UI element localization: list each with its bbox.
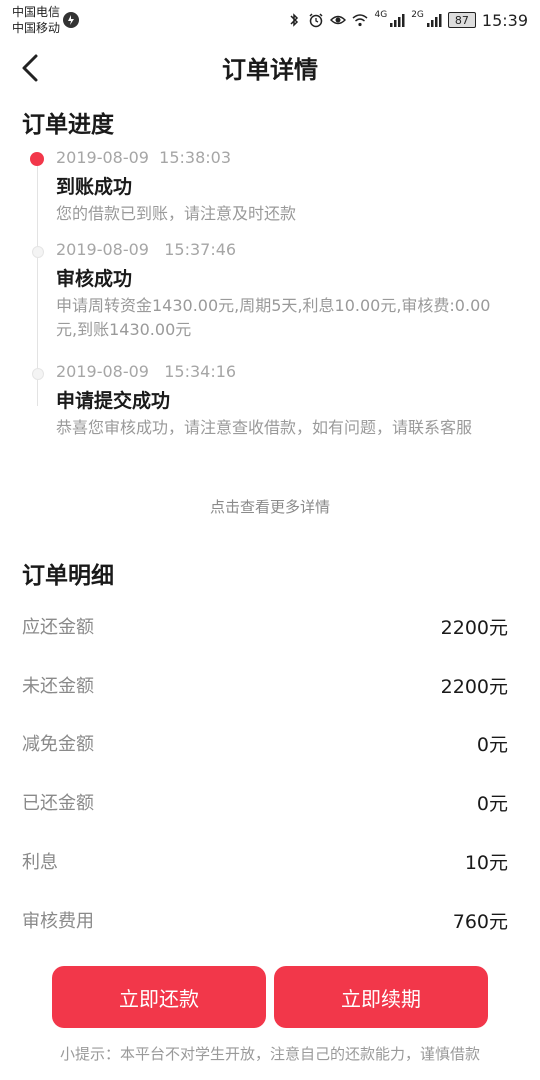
signal-icon	[426, 14, 442, 27]
detail-row-outstanding: 未还金额 2200元	[22, 670, 508, 700]
detail-value: 2200元	[440, 616, 508, 639]
detail-value: 10元	[464, 851, 508, 874]
status-icons: 4G 2G 87 15:39	[286, 8, 528, 32]
timeline-desc: 恭喜您审核成功，请注意查收借款，如有问题，请联系客服	[56, 418, 473, 437]
carrier-2: 中国移动	[12, 21, 61, 35]
detail-label: 减免金额	[22, 734, 94, 755]
timeline-title: 到账成功	[56, 176, 133, 198]
repay-now-button[interactable]: 立即还款	[52, 966, 266, 1028]
bluetooth-icon	[290, 13, 299, 27]
status-bar: 中国电信 中国移动 4G 2G 87 15:39	[0, 0, 540, 40]
detail-row-waived: 减免金额 0元	[22, 728, 508, 758]
detail-row-amount-due: 应还金额 2200元	[22, 611, 508, 641]
timeline-dot-active	[30, 152, 44, 166]
detail-row-interest: 利息 10元	[22, 846, 508, 876]
detail-value: 760元	[452, 910, 508, 933]
detail-label: 利息	[22, 852, 58, 873]
detail-value: 0元	[476, 733, 508, 756]
timeline-title: 审核成功	[56, 268, 133, 290]
timeline-desc: 您的借款已到账，请注意及时还款	[56, 204, 297, 223]
network-4g-label: 4G	[374, 10, 388, 20]
order-detail-page: 中国电信 中国移动 4G 2G 87 15:39 订单详情 订单进度 2019-…	[0, 0, 540, 1080]
detail-label: 审核费用	[22, 911, 94, 932]
carrier-1: 中国电信	[12, 5, 61, 19]
detail-section-title: 订单明细	[22, 563, 114, 589]
timeline-time: 2019-08-09 15:38:03	[56, 148, 232, 167]
clock: 15:39	[481, 10, 528, 30]
header: 订单详情	[0, 40, 540, 96]
timeline-time: 2019-08-09 15:37:46	[56, 240, 237, 259]
renew-now-button[interactable]: 立即续期	[274, 966, 488, 1028]
timeline-time: 2019-08-09 15:34:16	[56, 362, 237, 381]
detail-row-repaid: 已还金额 0元	[22, 787, 508, 817]
detail-value: 2200元	[440, 675, 508, 698]
signal-icon	[390, 14, 405, 27]
battery-icon: 87	[447, 12, 476, 28]
view-more-details-link[interactable]: 点击查看更多详情	[0, 496, 540, 517]
detail-row-review-fee: 审核费用 760元	[22, 905, 508, 935]
tip-text: 小提示：本平台不对学生开放，注意自己的还款能力，谨慎借款	[59, 1045, 480, 1063]
timeline-desc: 申请周转资金1430.00元,周期5天,利息10.00元,审核费:0.00元,到…	[56, 296, 491, 339]
alarm-icon	[309, 13, 324, 28]
wifi-icon	[352, 14, 368, 27]
network-2g-label: 2G	[411, 10, 424, 20]
detail-label: 已还金额	[22, 793, 94, 814]
detail-label: 未还金额	[22, 676, 94, 697]
timeline-title: 申请提交成功	[56, 390, 171, 412]
hotspot-icon	[63, 12, 79, 28]
detail-value: 0元	[476, 792, 508, 815]
eye-comfort-icon	[330, 15, 347, 25]
progress-section-title: 订单进度	[22, 112, 114, 138]
carrier-info: 中国电信 中国移动	[12, 4, 60, 36]
timeline-dot	[32, 246, 44, 258]
detail-label: 应还金额	[22, 617, 94, 638]
timeline-dot	[32, 368, 44, 380]
page-title: 订单详情	[222, 56, 318, 84]
